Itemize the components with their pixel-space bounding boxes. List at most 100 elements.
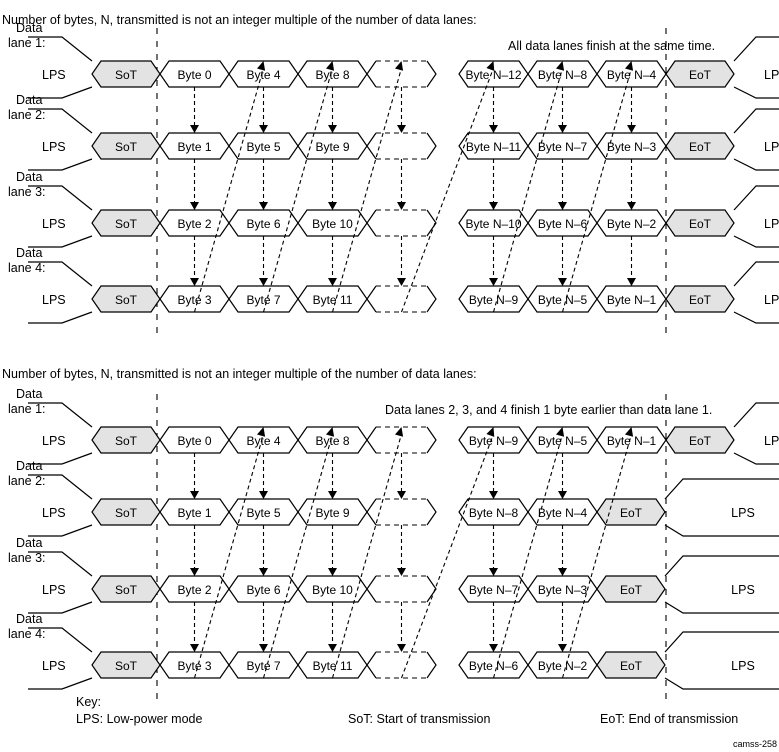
- byte-label-2-4-5: Byte N–2: [538, 659, 588, 673]
- distribution-arrows-1: [190, 61, 636, 313]
- arrow-wrap-d1-c2: [331, 67, 403, 313]
- continuation-cell-left-2-4: [366, 651, 377, 679]
- key-item-1: SoT: Start of transmission: [348, 712, 490, 726]
- arrow-down-d2-c0-l3-head: [190, 644, 199, 652]
- diagram-caption-2: Number of bytes, N, transmitted is not a…: [2, 367, 477, 381]
- continuation-cell-left-1-2: [366, 132, 377, 160]
- arrow-down-d2-c0-l2-head: [190, 568, 199, 576]
- arrow-down-d2-c4-l2-head: [489, 568, 498, 576]
- lps-right-lower-rail-1-2: [733, 158, 779, 171]
- byte-label-1-3-2: Byte 10: [312, 217, 353, 231]
- lps-left-label-1-4: LPS: [42, 293, 66, 307]
- byte-label-1-4-6: Byte N–1: [607, 293, 657, 307]
- sot-label-2-2: SoT: [115, 506, 138, 520]
- continuation-cell-left-2-1: [366, 426, 377, 454]
- diagram-annotation-1: All data lanes finish at the same time.: [508, 39, 715, 53]
- figure-id-label: camss-258: [733, 739, 777, 749]
- arrow-wrap-d2-c1: [262, 433, 334, 679]
- diagram-caption-1: Number of bytes, N, transmitted is not a…: [2, 13, 477, 27]
- arrow-down-d2-c2-l1-head: [328, 491, 337, 499]
- lps-right-upper-rail-2-2: [664, 478, 779, 500]
- arrow-wrap-d2-c2-head: [395, 427, 404, 437]
- arrow-down-d1-c0-l1-head: [190, 125, 199, 133]
- arrow-down-d1-c1-l3-head: [259, 278, 268, 286]
- lps-left-label-1-1: LPS: [42, 68, 66, 82]
- arrow-down-d1-c2-l2-head: [328, 202, 337, 210]
- lane-label-top-1-4: Data: [16, 246, 42, 260]
- arrow-wrap-d2-c3: [400, 433, 495, 679]
- lps-right-lower-rail-1-1: [733, 86, 779, 99]
- arrow-down-d2-c2-l2-head: [328, 568, 337, 576]
- sot-label-2-4: SoT: [115, 659, 138, 673]
- lane-label-top-2-1: Data: [16, 387, 42, 401]
- arrow-down-d1-c5-l1-head: [558, 125, 567, 133]
- lane-label-bottom-2-3: lane 3:: [8, 551, 46, 565]
- byte-label-2-4-0: Byte 3: [177, 659, 211, 673]
- arrow-down-d2-c1-l2-head: [259, 568, 268, 576]
- sot-label-1-3: SoT: [115, 217, 138, 231]
- arrow-wrap-d1-c1: [262, 67, 334, 313]
- byte-label-2-2-0: Byte 1: [177, 506, 211, 520]
- distribution-arrows-2: [190, 427, 634, 679]
- arrow-wrap-d1-c4: [492, 67, 564, 313]
- arrow-down-d1-c1-l1-head: [259, 125, 268, 133]
- continuation-cell-left-1-4: [366, 285, 377, 313]
- byte-label-2-2-1: Byte 5: [246, 506, 280, 520]
- lps-left-label-2-1: LPS: [42, 434, 66, 448]
- timing-diagram: Number of bytes, N, transmitted is not a…: [2, 13, 779, 749]
- lps-right-label-1-4: LPS: [764, 293, 779, 307]
- byte-label-1-4-0: Byte 3: [177, 293, 211, 307]
- lps-right-lower-rail-1-4: [733, 311, 779, 324]
- byte-label-1-4-5: Byte N–5: [538, 293, 588, 307]
- arrow-wrap-d1-c5: [561, 67, 633, 313]
- byte-label-1-2-5: Byte N–7: [538, 140, 588, 154]
- sot-label-1-1: SoT: [115, 68, 138, 82]
- diagram-2: Number of bytes, N, transmitted is not a…: [2, 367, 779, 701]
- lps-right-lower-rail-2-1: [733, 452, 779, 465]
- arrow-down-d1-c2-l3-head: [328, 278, 337, 286]
- lps-left-lower-rail-1-4: [28, 311, 93, 324]
- byte-label-2-2-2: Byte 9: [315, 506, 349, 520]
- arrow-wrap-d2-c0: [193, 433, 265, 679]
- arrow-down-d2-c2-l3-head: [328, 644, 337, 652]
- lps-right-upper-rail-2-4: [664, 631, 779, 653]
- byte-label-1-4-2: Byte 11: [313, 293, 353, 307]
- byte-label-1-3-5: Byte N–6: [538, 217, 588, 231]
- lane-3-diagram-1: Datalane 3: LPS SoT Byte 2 Byte 6 Byte 10 Byte…: [8, 170, 779, 248]
- sot-label-1-4: SoT: [115, 293, 138, 307]
- lps-right-lower-rail-2-2: [664, 524, 779, 537]
- key-legend: Key: LPS: Low-power mode SoT: Start of tra…: [76, 695, 738, 726]
- lane-label-bottom-1-3: lane 3:: [8, 185, 46, 199]
- arrow-down-d1-c6-l1-head: [627, 125, 636, 133]
- continuation-cell-left-2-3: [366, 575, 377, 603]
- byte-label-2-3-1: Byte 6: [246, 583, 280, 597]
- arrow-wrap-d1-c0: [193, 67, 265, 313]
- lps-right-upper-rail-1-2: [733, 108, 779, 134]
- byte-label-2-3-4: Byte N–7: [469, 583, 519, 597]
- lane-label-bottom-1-4: lane 4:: [8, 261, 46, 275]
- lps-right-upper-rail-2-3: [664, 555, 779, 577]
- lps-right-upper-rail-2-1: [733, 402, 779, 428]
- arrow-wrap-d2-c5: [561, 433, 633, 679]
- arrow-down-d2-c3-l2-head: [397, 568, 406, 576]
- lps-left-label-1-3: LPS: [42, 217, 66, 231]
- lane-label-bottom-1-1: lane 1:: [8, 36, 46, 50]
- byte-label-2-2-4: Byte N–8: [469, 506, 519, 520]
- continuation-cell-right-2-4: [426, 651, 437, 679]
- byte-label-1-4-4: Byte N–9: [469, 293, 519, 307]
- byte-label-2-1-0: Byte 0: [177, 434, 211, 448]
- byte-label-2-2-5: Byte N–4: [538, 506, 588, 520]
- byte-label-2-3-5: Byte N–3: [538, 583, 588, 597]
- arrow-down-d2-c4-l1-head: [489, 491, 498, 499]
- lps-left-label-1-2: LPS: [42, 140, 66, 154]
- sot-label-2-3: SoT: [115, 583, 138, 597]
- arrow-down-d1-c4-l1-head: [489, 125, 498, 133]
- arrow-down-d1-c2-l1-head: [328, 125, 337, 133]
- lane-3-diagram-2: Datalane 3: LPS SoT Byte 2 Byte 6 Byte 10 Byte…: [8, 536, 779, 614]
- lps-right-lower-rail-2-3: [664, 601, 779, 614]
- lps-left-label-2-4: LPS: [42, 659, 66, 673]
- lps-right-label-1-1: LPS: [764, 68, 779, 82]
- eot-label-1-4: EoT: [689, 293, 712, 307]
- lps-right-lower-rail-2-4: [664, 677, 779, 690]
- arrow-down-d2-c5-l2-head: [558, 568, 567, 576]
